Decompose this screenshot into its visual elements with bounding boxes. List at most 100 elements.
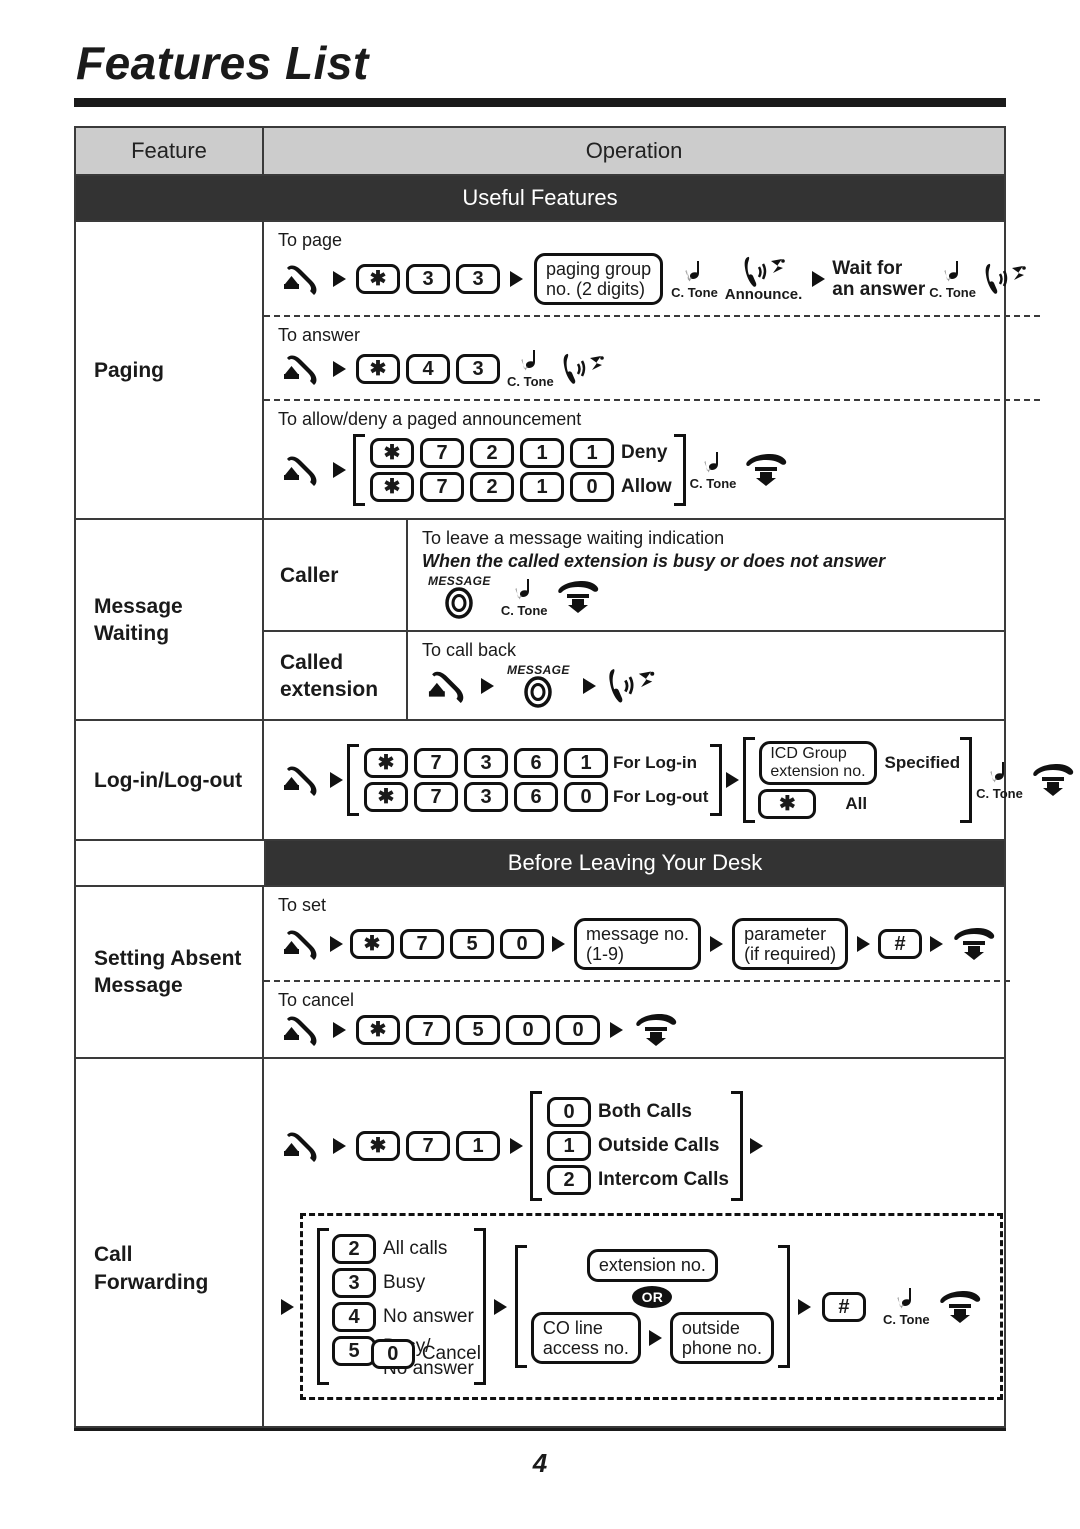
message-button-icon[interactable]: MESSAGE (507, 663, 570, 709)
forward-mode-option: 4 No answer (329, 1302, 474, 1333)
keypad-key[interactable]: 0 (547, 1097, 591, 1128)
keypad-key[interactable]: ✱ (364, 782, 408, 813)
step-caption: To page (278, 230, 343, 250)
document-page: Features List Feature Operation Useful F… (0, 0, 1080, 1529)
keypad-key-hash[interactable]: # (878, 929, 923, 960)
keypad-key[interactable]: 5 (450, 929, 494, 960)
keypad-key[interactable]: ✱ (370, 438, 414, 469)
keypad-key[interactable]: 0 (500, 929, 544, 960)
keypad-key[interactable]: 7 (414, 782, 458, 813)
keypad-key[interactable]: 4 (332, 1302, 376, 1333)
message-no-box[interactable]: message no. (1-9) (574, 918, 702, 971)
offhook-handset-icon (281, 352, 323, 386)
table-row: Message Waiting Caller To leave a messag… (76, 520, 1004, 722)
header-feature: Feature (76, 128, 264, 174)
features-table: Feature Operation Useful Features Paging… (74, 126, 1074, 1428)
step-caption: To cancel (278, 990, 355, 1011)
keypad-key[interactable]: 7 (420, 472, 464, 503)
table-header-row: Feature Operation (76, 128, 1004, 176)
step-caption: To call back (422, 640, 517, 661)
keypad-key[interactable]: 4 (406, 353, 450, 384)
outside-phone-no-box[interactable]: outside phone no. (669, 1311, 774, 1364)
paging-to-answer: To answer ✱ 4 3 C. Tone (264, 317, 1040, 402)
onhook-handset-icon (937, 1290, 983, 1324)
keypad-key[interactable]: 3 (464, 782, 508, 813)
keypad-key[interactable]: ✱ (356, 353, 400, 384)
keypad-key[interactable]: ✱ (758, 789, 817, 820)
arrow-icon (510, 271, 523, 288)
keypad-key[interactable]: 0 (370, 1338, 415, 1369)
message-button-icon[interactable]: MESSAGE (428, 574, 491, 620)
arrow-icon (610, 1022, 623, 1039)
keypad-key[interactable]: 1 (570, 438, 614, 469)
operation-cell-message-waiting: Caller To leave a message waiting indica… (264, 520, 1004, 720)
keypad-key[interactable]: 2 (332, 1234, 376, 1265)
option-login: ✱ 7 3 6 1 For Log-in (361, 748, 708, 779)
keypad-key[interactable]: 7 (400, 929, 444, 960)
keypad-key[interactable]: 1 (564, 748, 608, 779)
keypad-key[interactable]: 7 (414, 748, 458, 779)
offhook-handset-icon (281, 453, 323, 487)
keypad-key[interactable]: 3 (464, 748, 508, 779)
arrow-icon (493, 1298, 507, 1315)
keypad-key[interactable]: 7 (406, 1131, 450, 1162)
keypad-key[interactable]: 2 (470, 438, 514, 469)
keypad-key[interactable]: ✱ (356, 1015, 400, 1046)
paging-group-box[interactable]: paging group no. (2 digits) (534, 253, 664, 306)
extension-no-box[interactable]: extension no. (586, 1249, 718, 1282)
arrow-icon (930, 936, 944, 953)
keypad-key[interactable]: 7 (406, 1015, 450, 1046)
offhook-handset-icon (281, 262, 323, 296)
operation-cell-log-in-out: ✱ 7 3 6 1 For Log-in ✱ 7 3 6 0 For Log-o… (264, 721, 1080, 839)
keypad-key[interactable]: 3 (456, 264, 500, 295)
tone-label: C. Tone (929, 284, 976, 300)
keypad-key-hash[interactable]: # (821, 1291, 866, 1322)
keypad-key[interactable]: 6 (514, 748, 558, 779)
co-line-access-box[interactable]: CO line access no. (530, 1311, 641, 1364)
keypad-key[interactable]: ✱ (364, 748, 408, 779)
offhook-handset-icon (281, 1013, 323, 1047)
operation-cell-absent-message: To set ✱ 7 5 0 message no. (1-9) paramet… (264, 887, 1011, 1057)
arrow-icon (281, 1298, 294, 1315)
section-band-row: Before Leaving Your Desk (76, 841, 1004, 888)
tone-note-icon: C. Tone (929, 259, 976, 300)
arrow-icon (510, 1138, 523, 1155)
step-condition: When the called extension is busy or doe… (422, 551, 886, 572)
keypad-key[interactable]: 0 (506, 1015, 550, 1046)
keypad-key[interactable]: 0 (564, 782, 608, 813)
keypad-key[interactable]: 1 (456, 1131, 500, 1162)
keypad-key[interactable]: ✱ (356, 264, 400, 295)
step-flow: ✱ 7 5 0 0 (278, 1013, 1000, 1047)
tone-note-icon: C. Tone (671, 259, 718, 300)
call-forwarding-top: ✱ 7 1 0 Both Calls 1 Outside Calls 2 Int… (264, 1059, 1011, 1209)
footer-rule (74, 1428, 1006, 1431)
keypad-key[interactable]: 1 (520, 472, 564, 503)
call-type-label: Intercom Calls (598, 1169, 729, 1191)
keypad-key[interactable]: 2 (470, 472, 514, 503)
keypad-key[interactable]: 3 (406, 264, 450, 295)
keypad-key[interactable]: 1 (547, 1131, 591, 1162)
parameter-box[interactable]: parameter (if required) (732, 918, 849, 971)
keypad-key[interactable]: 3 (456, 353, 500, 384)
step-flow: ✱ 4 3 C. Tone (278, 348, 1030, 389)
keypad-key[interactable]: 6 (514, 782, 558, 813)
icd-group-bracket: ICD Group extension no. Specified ✱ All (743, 735, 972, 825)
keypad-key[interactable]: 2 (547, 1165, 591, 1196)
keypad-key[interactable]: 1 (520, 438, 564, 469)
keypad-key[interactable]: 7 (420, 438, 464, 469)
subrow-called-extension: Called extension To call back MESSAGE (264, 632, 1004, 720)
arrow-icon (333, 462, 346, 479)
table-row: Log-in/Log-out ✱ 7 3 6 1 For Log-in ✱ 7 … (76, 721, 1074, 842)
call-type-label: Both Calls (598, 1101, 692, 1123)
caller-steps: To leave a message waiting indication Wh… (408, 520, 1004, 630)
keypad-key[interactable]: 0 (556, 1015, 600, 1046)
step-caption: To allow/deny a paged announcement (278, 409, 582, 430)
keypad-key[interactable]: 0 (570, 472, 614, 503)
keypad-key[interactable]: 3 (332, 1268, 376, 1299)
icd-group-box[interactable]: ICD Group extension no. (759, 741, 877, 786)
tone-label: C. Tone (507, 374, 554, 390)
keypad-key[interactable]: ✱ (356, 1131, 400, 1162)
keypad-key[interactable]: ✱ (370, 472, 414, 503)
keypad-key[interactable]: 5 (456, 1015, 500, 1046)
keypad-key[interactable]: ✱ (350, 929, 394, 960)
